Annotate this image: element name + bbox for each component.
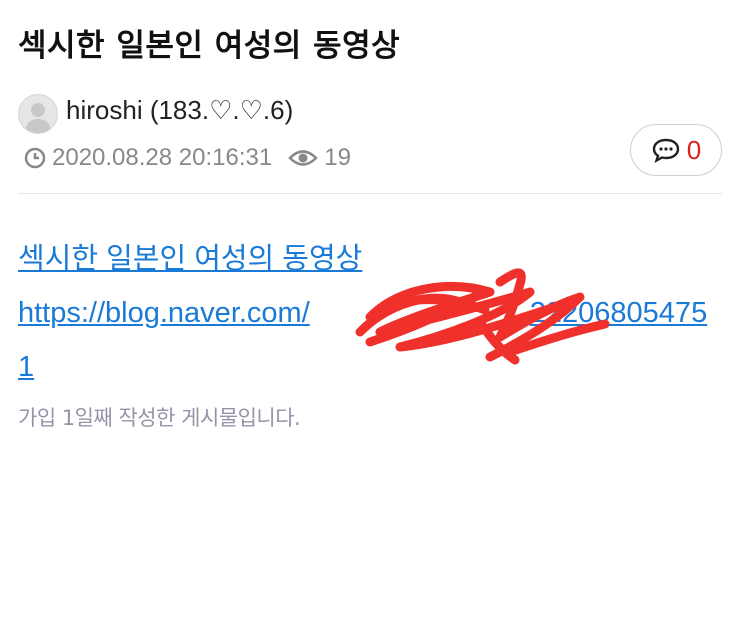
eye-icon: [288, 150, 318, 166]
post-meta: 2020.08.28 20:16:31 19: [24, 144, 351, 172]
redaction-scribble: [355, 268, 610, 365]
comment-count: 0: [686, 134, 702, 165]
member-note: 가입 1일째 작성한 게시물입니다.: [18, 406, 301, 430]
view-count: 19: [324, 144, 351, 171]
blog-link-end: 1: [18, 351, 35, 383]
speech-bubble-icon: [652, 138, 679, 163]
avatar-icon[interactable]: [18, 94, 58, 134]
post-title: 섹시한 일본인 여성의 동영상: [18, 28, 401, 64]
comment-button[interactable]: 0: [630, 124, 722, 176]
post-date: 2020.08.28 20:16:31: [52, 144, 273, 171]
author-name[interactable]: hiroshi (183.♡.♡.6): [66, 95, 293, 126]
divider: [18, 193, 722, 194]
blog-link-prefix: https://blog.naver.com/: [18, 297, 310, 329]
clock-icon: [24, 147, 46, 169]
